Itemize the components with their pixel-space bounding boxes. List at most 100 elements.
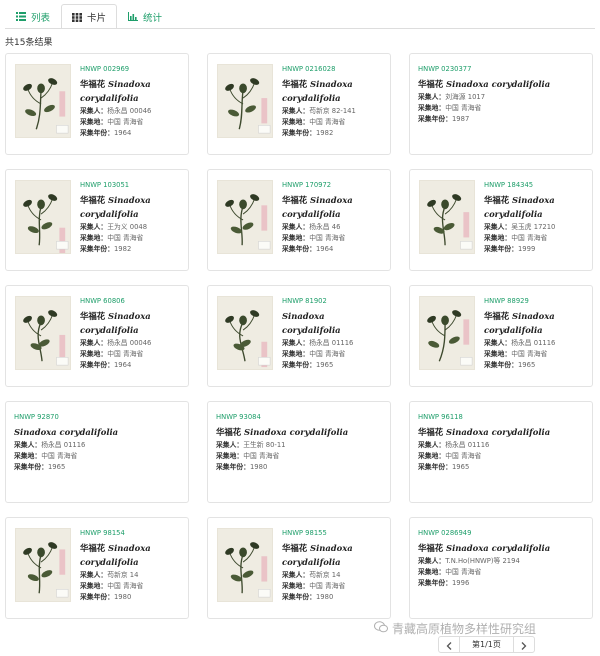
tab-stats[interactable]: 统计 — [117, 4, 173, 28]
place-label: 采集地： — [14, 452, 42, 460]
specimen-card[interactable]: HNWP 0216028 华福花 Sinadoxa corydalifolia 采集… — [207, 53, 391, 155]
year-value: 1964 — [315, 245, 334, 253]
collector-row: 采集人：杨永昌 00046 — [80, 338, 184, 349]
specimen-thumbnail[interactable] — [217, 296, 273, 370]
grid-icon — [72, 12, 83, 22]
taxon-name: 华福花 Sinadoxa corydalifolia — [484, 309, 588, 337]
catalog-number[interactable]: HNWP 170972 — [282, 180, 386, 191]
taxon-name: 华福花 Sinadoxa corydalifolia — [282, 77, 386, 105]
collector-value: 苟新京 14 — [107, 571, 139, 579]
collector-value: 杨永昌 00046 — [107, 339, 152, 347]
specimen-card[interactable]: HNWP 81902 Sinadoxa corydalifolia 采集人：杨永昌 … — [207, 285, 391, 387]
specimen-card[interactable]: HNWP 93084 华福花 Sinadoxa corydalifolia 采集人：… — [207, 401, 391, 503]
prev-page-button[interactable] — [439, 637, 459, 652]
year-label: 采集年份： — [80, 361, 114, 369]
taxon-name: 华福花 Sinadoxa corydalifolia — [80, 541, 184, 569]
specimen-thumbnail[interactable] — [419, 180, 475, 254]
specimen-card[interactable]: HNWP 92870 Sinadoxa corydalifolia 采集人：杨永昌 … — [5, 401, 189, 503]
specimen-card[interactable]: HNWP 98155 华福花 Sinadoxa corydalifolia 采集人：… — [207, 517, 391, 619]
specimen-thumbnail[interactable] — [15, 528, 71, 602]
catalog-number[interactable]: HNWP 002969 — [80, 64, 184, 75]
specimen-card[interactable]: HNWP 184345 华福花 Sinadoxa corydalifolia 采集人… — [409, 169, 593, 271]
specimen-meta: 采集人：杨永昌 00046 采集地：中国 青海省 采集年份：1964 — [80, 338, 184, 371]
taxon-name: Sinadoxa corydalifolia — [14, 425, 184, 439]
place-label: 采集地： — [216, 452, 244, 460]
year-value: 1980 — [113, 593, 132, 601]
tab-list[interactable]: 列表 — [5, 4, 61, 28]
card-info: HNWP 60806 华福花 Sinadoxa corydalifolia 采集人：… — [80, 296, 184, 371]
collector-label: 采集人： — [80, 339, 108, 347]
specimen-card[interactable]: HNWP 103051 华福花 Sinadoxa corydalifolia 采集人… — [5, 169, 189, 271]
catalog-number[interactable]: HNWP 184345 — [484, 180, 588, 191]
chinese-name: 华福花 — [216, 427, 242, 437]
watermark-text: 青藏高原植物多样性研究组 — [392, 622, 537, 636]
taxon-name: 华福花 Sinadoxa corydalifolia — [418, 425, 588, 439]
collector-value: 刘海源 1017 — [445, 93, 486, 101]
specimen-thumbnail[interactable] — [15, 180, 71, 254]
specimen-card[interactable]: HNWP 98154 华福花 Sinadoxa corydalifolia 采集人：… — [5, 517, 189, 619]
place-row: 采集地：中国 青海省 — [80, 581, 184, 592]
taxon-name: 华福花 Sinadoxa corydalifolia — [418, 541, 588, 555]
chinese-name: 华福花 — [80, 311, 106, 321]
taxon-name: 华福花 Sinadoxa corydalifolia — [80, 193, 184, 221]
catalog-number[interactable]: HNWP 81902 — [282, 296, 386, 307]
year-label: 采集年份： — [80, 593, 114, 601]
tab-card[interactable]: 卡片 — [61, 4, 118, 29]
taxon-name: 华福花 Sinadoxa corydalifolia — [216, 425, 386, 439]
year-value: 1980 — [315, 593, 334, 601]
place-value: 中国 青海省 — [243, 452, 280, 460]
year-label: 采集年份： — [282, 245, 316, 253]
place-row: 采集地：中国 青海省 — [216, 451, 386, 462]
taxon-name: 华福花 Sinadoxa corydalifolia — [80, 309, 184, 337]
card-info: HNWP 002969 华福花 Sinadoxa corydalifolia 采集人… — [80, 64, 184, 139]
specimen-card[interactable]: HNWP 0230377 华福花 Sinadoxa corydalifolia 采集… — [409, 53, 593, 155]
year-value: 1965 — [517, 361, 536, 369]
catalog-number[interactable]: HNWP 98155 — [282, 528, 386, 539]
year-row: 采集年份：1999 — [484, 244, 588, 255]
year-label: 采集年份： — [418, 115, 452, 123]
year-row: 采集年份：1982 — [80, 244, 184, 255]
place-row: 采集地：中国 青海省 — [418, 451, 588, 462]
year-row: 采集年份：1964 — [282, 244, 386, 255]
specimen-thumbnail[interactable] — [217, 180, 273, 254]
catalog-number[interactable]: HNWP 0286949 — [418, 528, 588, 539]
year-row: 采集年份：1982 — [282, 128, 386, 139]
specimen-card[interactable]: HNWP 002969 华福花 Sinadoxa corydalifolia 采集人… — [5, 53, 189, 155]
specimen-card[interactable]: HNWP 96118 华福花 Sinadoxa corydalifolia 采集人：… — [409, 401, 593, 503]
specimen-meta: 采集人：杨永昌 01116 采集地：中国 青海省 采集年份：1965 — [484, 338, 588, 371]
specimen-meta: 采集人：王生新 80-11 采集地：中国 青海省 采集年份：1980 — [216, 440, 386, 473]
card-info: HNWP 93084 华福花 Sinadoxa corydalifolia 采集人：… — [216, 412, 386, 473]
taxon-name: 华福花 Sinadoxa corydalifolia — [282, 541, 386, 569]
place-label: 采集地： — [484, 350, 512, 358]
place-value: 中国 青海省 — [107, 582, 144, 590]
year-value: 1964 — [113, 129, 132, 137]
catalog-number[interactable]: HNWP 0216028 — [282, 64, 386, 75]
catalog-number[interactable]: HNWP 96118 — [418, 412, 588, 423]
year-label: 采集年份： — [282, 361, 316, 369]
year-row: 采集年份：1965 — [282, 360, 386, 371]
specimen-meta: 采集人：杨永昌 01116 采集地：中国 青海省 采集年份：1965 — [282, 338, 386, 371]
specimen-card[interactable]: HNWP 88929 华福花 Sinadoxa corydalifolia 采集人：… — [409, 285, 593, 387]
year-value: 1964 — [113, 361, 132, 369]
catalog-number[interactable]: HNWP 103051 — [80, 180, 184, 191]
catalog-number[interactable]: HNWP 93084 — [216, 412, 386, 423]
specimen-thumbnail[interactable] — [217, 64, 273, 138]
place-value: 中国 青海省 — [107, 350, 144, 358]
catalog-number[interactable]: HNWP 88929 — [484, 296, 588, 307]
year-value: 1965 — [315, 361, 334, 369]
catalog-number[interactable]: HNWP 60806 — [80, 296, 184, 307]
year-row: 采集年份：1965 — [484, 360, 588, 371]
specimen-card[interactable]: HNWP 60806 华福花 Sinadoxa corydalifolia 采集人：… — [5, 285, 189, 387]
specimen-thumbnail[interactable] — [15, 296, 71, 370]
specimen-thumbnail[interactable] — [217, 528, 273, 602]
specimen-thumbnail[interactable] — [419, 296, 475, 370]
specimen-thumbnail[interactable] — [15, 64, 71, 138]
catalog-number[interactable]: HNWP 0230377 — [418, 64, 588, 75]
specimen-card[interactable]: HNWP 0286949 华福花 Sinadoxa corydalifolia 采集… — [409, 517, 593, 619]
catalog-number[interactable]: HNWP 98154 — [80, 528, 184, 539]
collector-value: 杨永昌 01116 — [511, 339, 556, 347]
specimen-card[interactable]: HNWP 170972 华福花 Sinadoxa corydalifolia 采集人… — [207, 169, 391, 271]
next-page-button[interactable] — [514, 637, 534, 652]
year-value: 1980 — [249, 463, 268, 471]
catalog-number[interactable]: HNWP 92870 — [14, 412, 184, 423]
